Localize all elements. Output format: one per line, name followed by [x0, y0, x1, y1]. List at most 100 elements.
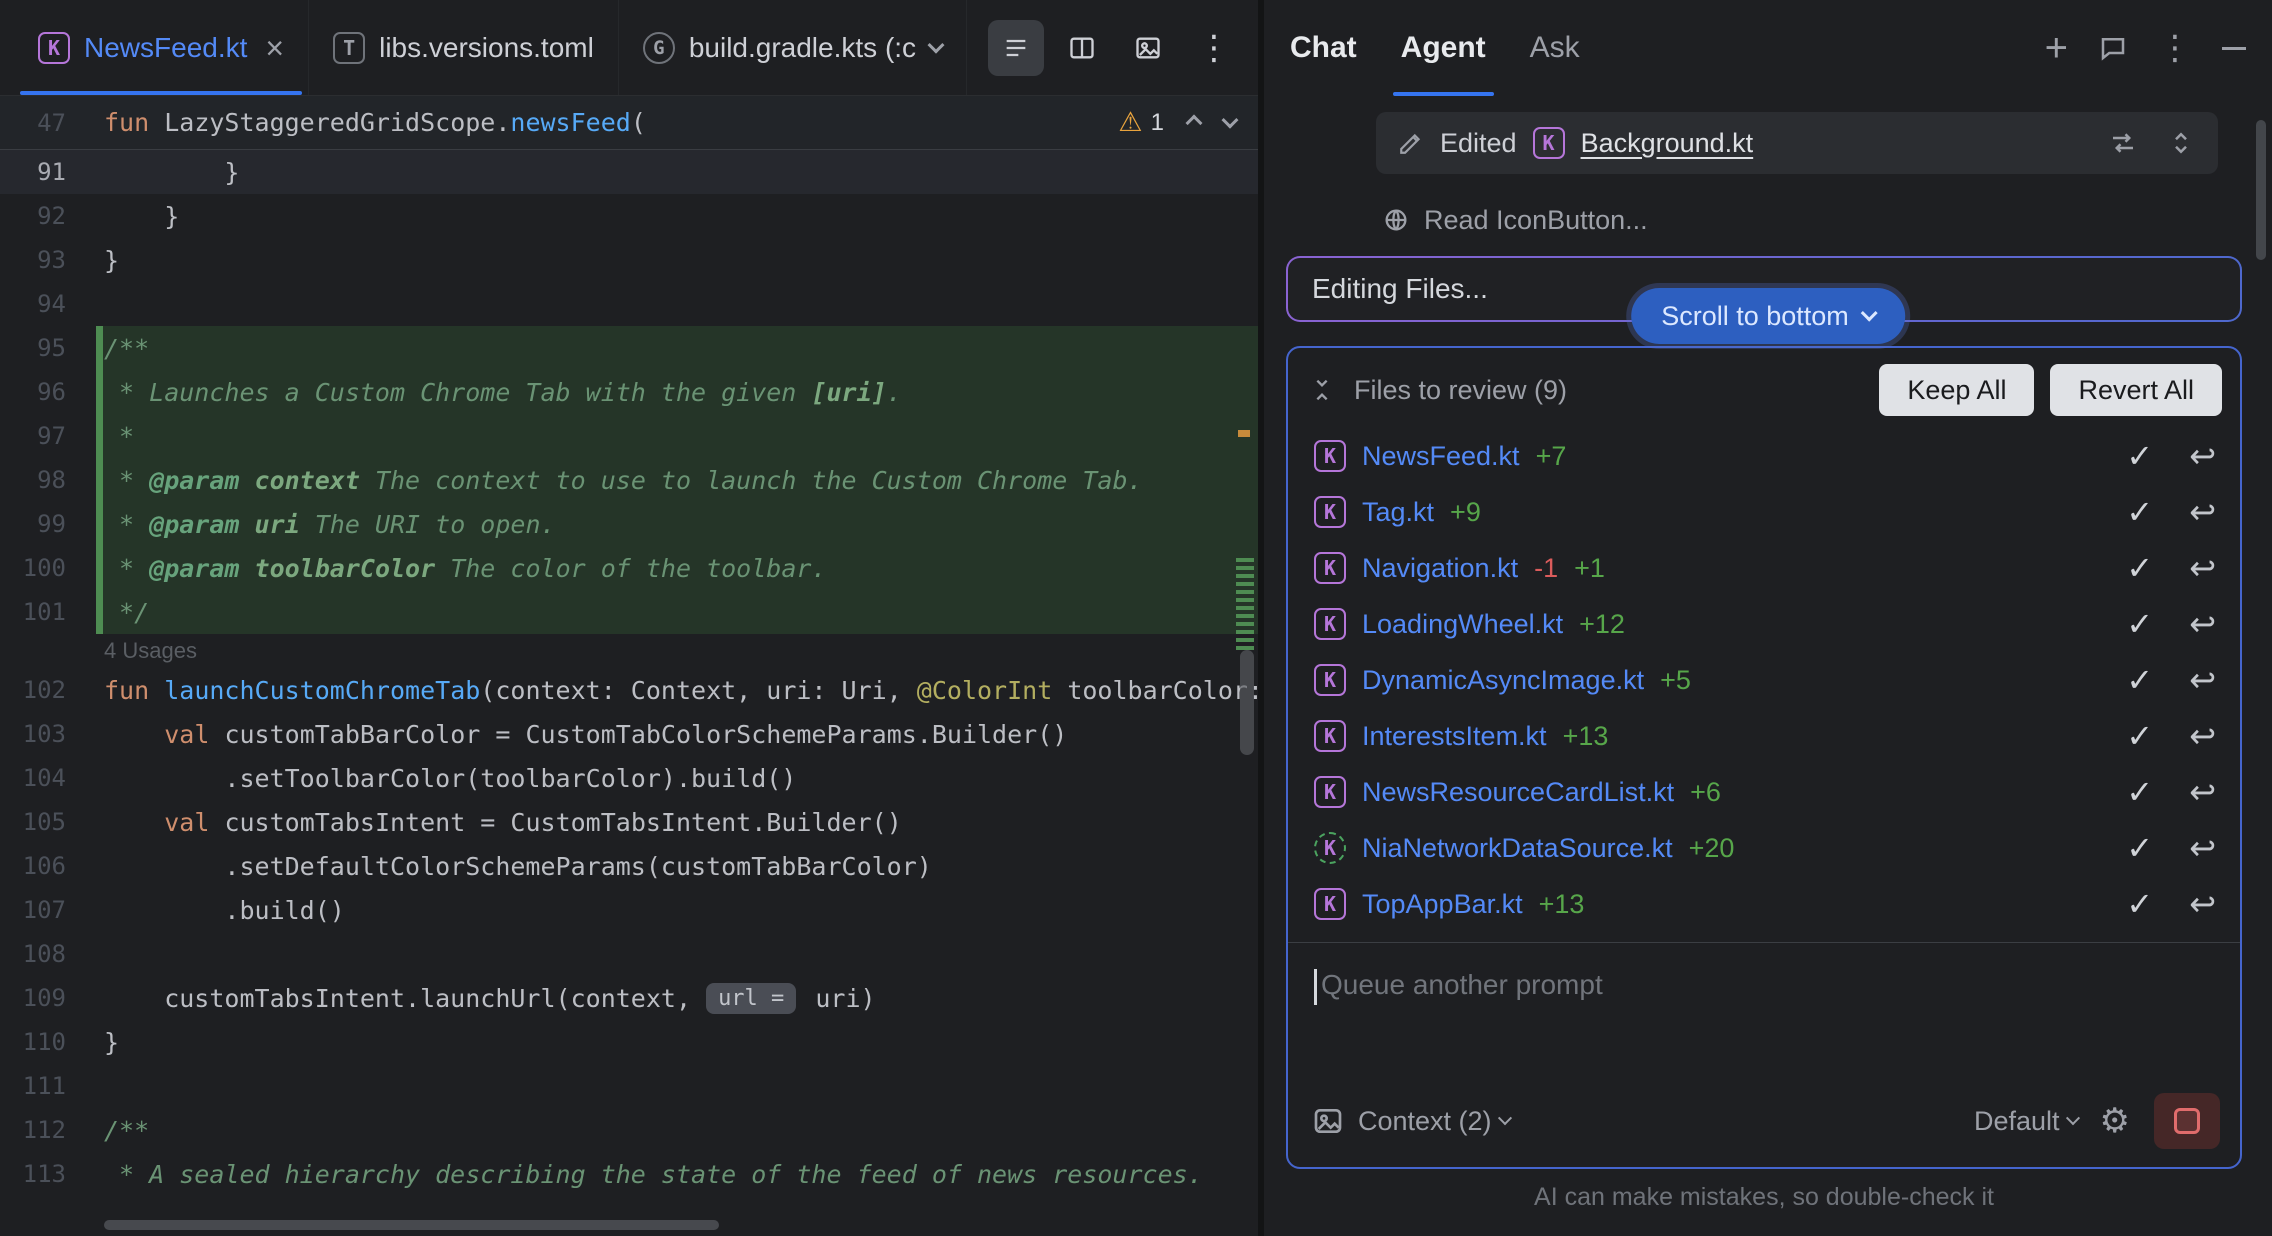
line-number: 101	[0, 598, 96, 626]
read-step-row[interactable]: Read IconButton...	[1382, 198, 2242, 242]
file-review-row[interactable]: KLoadingWheel.kt+12✓↩	[1288, 596, 2240, 652]
split-editor-icon[interactable]	[1054, 20, 1110, 76]
code-line: 109 customTabsIntent.launchUrl(context, …	[0, 976, 1258, 1020]
revert-file-button[interactable]: ↩	[2189, 604, 2216, 644]
tab-build-gradle[interactable]: G build.gradle.kts (:c	[619, 0, 967, 95]
file-link[interactable]: DynamicAsyncImage.kt	[1362, 665, 1644, 696]
file-link[interactable]: NewsFeed.kt	[1362, 441, 1520, 472]
close-icon[interactable]: ×	[265, 32, 284, 64]
revert-file-button[interactable]: ↩	[2189, 660, 2216, 700]
warning-badge[interactable]: ⚠ 1	[1118, 107, 1164, 138]
line-number: 94	[0, 290, 96, 318]
stop-button[interactable]	[2154, 1093, 2220, 1149]
keep-file-button[interactable]: ✓	[2126, 493, 2153, 531]
prev-warning-icon[interactable]	[1186, 114, 1203, 131]
revert-all-button[interactable]: Revert All	[2050, 364, 2222, 416]
file-review-row[interactable]: KNewsFeed.kt+7✓↩	[1288, 428, 2240, 484]
file-link[interactable]: InterestsItem.kt	[1362, 721, 1547, 752]
code-line: 101 */	[0, 590, 1258, 634]
chevron-down-icon[interactable]	[928, 36, 945, 53]
kotlin-file-icon: K	[1314, 608, 1346, 640]
diff-icon[interactable]	[2108, 128, 2138, 158]
revert-file-button[interactable]: ↩	[2189, 828, 2216, 868]
line-number: 105	[0, 808, 96, 836]
line-number: 91	[0, 158, 96, 186]
context-selector[interactable]: Context (2)	[1358, 1106, 1510, 1137]
revert-file-button[interactable]: ↩	[2189, 436, 2216, 476]
new-chat-icon[interactable]: +	[2045, 28, 2068, 68]
keep-file-button[interactable]: ✓	[2126, 773, 2153, 811]
gear-icon[interactable]: ⚙	[2100, 1101, 2130, 1141]
image-preview-icon[interactable]	[1120, 20, 1176, 76]
keep-file-button[interactable]: ✓	[2126, 605, 2153, 643]
editor-tabbar: K NewsFeed.kt × T libs.versions.toml G b…	[0, 0, 1258, 96]
tab-chat[interactable]: Chat	[1290, 0, 1379, 96]
added-lines-count: +20	[1689, 833, 1735, 864]
keep-file-button[interactable]: ✓	[2126, 549, 2153, 587]
editor-vertical-scrollbar[interactable]	[1240, 650, 1254, 755]
chat-actions: + ⋮	[2045, 0, 2246, 96]
disclaimer-text: AI can make mistakes, so double-check it	[1286, 1183, 2242, 1212]
file-link[interactable]: NewsResourceCardList.kt	[1362, 777, 1674, 808]
editor-horizontal-scrollbar[interactable]	[104, 1220, 719, 1230]
chevron-down-icon	[1497, 1111, 1511, 1125]
next-warning-icon[interactable]	[1222, 111, 1239, 128]
model-selector[interactable]: Default	[1974, 1106, 2078, 1137]
file-review-row[interactable]: KInterestsItem.kt+13✓↩	[1288, 708, 2240, 764]
sticky-line[interactable]: 47 fun LazyStaggeredGridScope.newsFeed( …	[0, 96, 1258, 150]
file-link[interactable]: LoadingWheel.kt	[1362, 609, 1563, 640]
kotlin-file-icon: K	[38, 32, 70, 64]
list-view-icon[interactable]	[988, 20, 1044, 76]
conversations-icon[interactable]	[2098, 33, 2128, 63]
revert-file-button[interactable]: ↩	[2189, 884, 2216, 924]
file-review-row[interactable]: KNewsResourceCardList.kt+6✓↩	[1288, 764, 2240, 820]
added-lines-count: +7	[1536, 441, 1567, 472]
scroll-to-bottom-label: Scroll to bottom	[1661, 301, 1849, 332]
collapse-icon[interactable]	[1308, 376, 1336, 404]
ide-window: K NewsFeed.kt × T libs.versions.toml G b…	[0, 0, 2272, 1236]
kotlin-file-icon: K	[1314, 888, 1346, 920]
tab-libs-versions[interactable]: T libs.versions.toml	[309, 0, 619, 95]
chat-more-options-icon[interactable]: ⋮	[2158, 28, 2192, 68]
keep-file-button[interactable]: ✓	[2126, 829, 2153, 867]
minimize-icon[interactable]	[2222, 47, 2246, 50]
code-line: 113 * A sealed hierarchy describing the …	[0, 1152, 1258, 1196]
file-review-row[interactable]: KTopAppBar.kt+13✓↩	[1288, 876, 2240, 932]
file-review-row[interactable]: KNavigation.kt-1+1✓↩	[1288, 540, 2240, 596]
file-review-row[interactable]: KTag.kt+9✓↩	[1288, 484, 2240, 540]
scroll-to-bottom-button[interactable]: Scroll to bottom	[1631, 288, 1905, 344]
tab-agent[interactable]: Agent	[1379, 0, 1508, 96]
expand-icon[interactable]	[2166, 128, 2196, 158]
keep-file-button[interactable]: ✓	[2126, 661, 2153, 699]
file-review-row[interactable]: KDynamicAsyncImage.kt+5✓↩	[1288, 652, 2240, 708]
file-link[interactable]: Tag.kt	[1362, 497, 1434, 528]
attach-image-icon[interactable]	[1312, 1105, 1344, 1137]
usages-inlay-hint[interactable]: 4 Usages	[104, 638, 197, 664]
chat-scrollbar[interactable]	[2256, 120, 2266, 260]
file-link[interactable]: Navigation.kt	[1362, 553, 1518, 584]
revert-file-button[interactable]: ↩	[2189, 772, 2216, 812]
chat-body: Edited K Background.kt Read IconButton..…	[1264, 96, 2272, 1236]
tab-newsfeed[interactable]: K NewsFeed.kt ×	[14, 0, 309, 95]
code-line: 98 * @param context The context to use t…	[0, 458, 1258, 502]
prompt-input[interactable]: Queue another prompt	[1288, 943, 2240, 1093]
kotlin-file-icon: K	[1314, 776, 1346, 808]
added-lines-count: +9	[1450, 497, 1481, 528]
revert-file-button[interactable]: ↩	[2189, 492, 2216, 532]
file-link[interactable]: TopAppBar.kt	[1362, 889, 1523, 920]
revert-file-button[interactable]: ↩	[2189, 716, 2216, 756]
file-link[interactable]: NiaNetworkDataSource.kt	[1362, 833, 1673, 864]
file-review-row[interactable]: KNiaNetworkDataSource.kt+20✓↩	[1288, 820, 2240, 876]
keep-file-button[interactable]: ✓	[2126, 717, 2153, 755]
code-line: 107 .build()	[0, 888, 1258, 932]
edited-file-card[interactable]: Edited K Background.kt	[1376, 112, 2218, 174]
keep-file-button[interactable]: ✓	[2126, 437, 2153, 475]
more-options-icon[interactable]: ⋮	[1186, 20, 1242, 76]
edited-file-link[interactable]: Background.kt	[1581, 128, 1754, 159]
keep-all-button[interactable]: Keep All	[1879, 364, 2034, 416]
code-editor[interactable]: 91 }92 }93}9495/**96 * Launches a Custom…	[0, 150, 1258, 1236]
revert-file-button[interactable]: ↩	[2189, 548, 2216, 588]
keep-file-button[interactable]: ✓	[2126, 885, 2153, 923]
line-number: 95	[0, 334, 96, 362]
tab-ask[interactable]: Ask	[1508, 0, 1602, 96]
